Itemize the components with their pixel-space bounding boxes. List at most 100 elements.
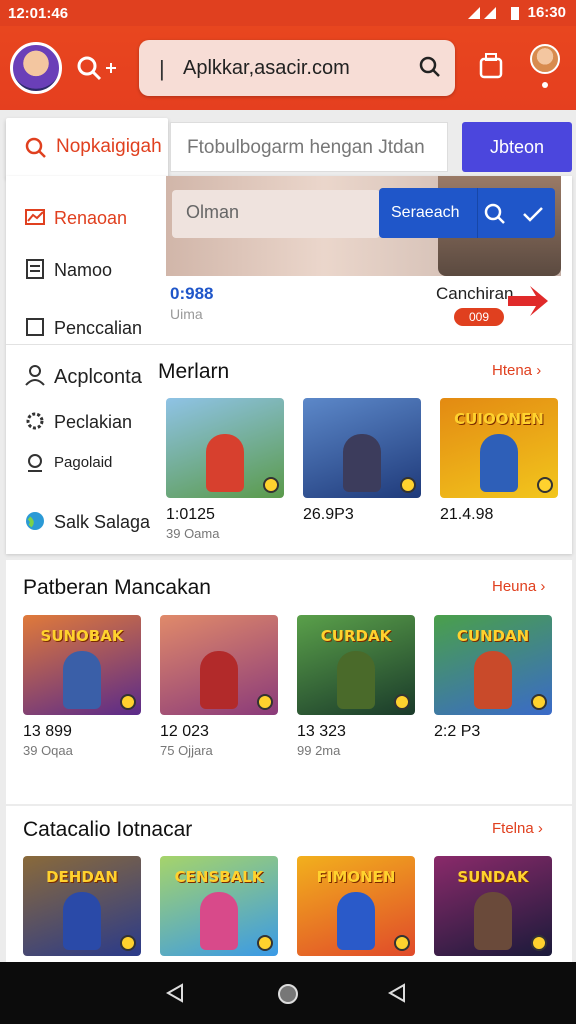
badge-icon: [120, 694, 136, 710]
game-card[interactable]: SUNOBAK 13 899 39 Oqaa: [23, 615, 141, 758]
menu-label: Pagolaid: [54, 454, 113, 471]
game-title: CENSBALK: [174, 868, 264, 886]
box-icon: [26, 318, 44, 336]
game-thumbnail[interactable]: SUNDAK: [434, 856, 552, 956]
search-add-icon[interactable]: [76, 54, 122, 88]
game-thumbnail[interactable]: CENSBALK: [160, 856, 278, 956]
menu-dot-icon[interactable]: [542, 82, 548, 88]
section-title: Catacalio Iotnacar: [23, 818, 193, 841]
navigation-bar: [0, 962, 576, 1024]
badge-icon: [263, 477, 279, 493]
game-substat: 39 Oqaa: [23, 743, 73, 758]
character-art: [200, 651, 238, 709]
character-art: [63, 651, 101, 709]
profile-icon[interactable]: [530, 44, 560, 74]
gear-icon: [26, 412, 44, 430]
menu-label: Renaoan: [54, 208, 128, 228]
game-stat: 1:0125: [166, 506, 215, 523]
game-card[interactable]: SUNDAK: [434, 856, 552, 956]
game-stat: 12 023: [160, 723, 209, 740]
character-art: [474, 892, 512, 950]
game-card[interactable]: 26.9P3: [303, 398, 421, 541]
game-card[interactable]: CUIOONEN 21.4.98: [440, 398, 558, 541]
game-card[interactable]: CENSBALK: [160, 856, 278, 956]
person-icon: [25, 365, 45, 386]
game-grid: DEHDAN CENSBALK FIMONEN SUNDAK: [23, 856, 571, 956]
game-thumbnail[interactable]: [160, 615, 278, 715]
badge-icon: [394, 935, 410, 951]
game-thumbnail[interactable]: CUIOONEN: [440, 398, 558, 498]
game-thumbnail[interactable]: CUNDAN: [434, 615, 552, 715]
see-more-link[interactable]: Ftelna ›: [492, 820, 543, 837]
character-art: [200, 892, 238, 950]
document-icon: [26, 259, 44, 279]
signal-icon: [467, 6, 496, 19]
game-card[interactable]: CURDAK 13 323 99 2ma: [297, 615, 415, 758]
character-art: [474, 651, 512, 709]
game-stat: 21.4.98: [440, 506, 494, 523]
search-button[interactable]: Seraeach: [379, 188, 555, 238]
badge-icon: [400, 477, 416, 493]
game-card[interactable]: CUNDAN 2:2 P3: [434, 615, 552, 758]
character-art: [480, 434, 518, 492]
query-input[interactable]: Ftobulbogarm hengan Jtdan: [170, 122, 448, 172]
character-art: [337, 651, 375, 709]
search-icon[interactable]: [483, 202, 507, 226]
menu-label: Acplconta: [54, 366, 142, 388]
character-art: [63, 892, 101, 950]
search-icon[interactable]: [417, 54, 443, 80]
get-button[interactable]: Jbteon: [462, 122, 572, 172]
address-bar[interactable]: | Aplkkar,asacir.com: [139, 40, 455, 96]
avatar[interactable]: [10, 42, 62, 94]
tabs-icon[interactable]: [478, 52, 504, 80]
badge-icon: [257, 935, 273, 951]
game-grid: SUNOBAK 13 899 39 Oqaa 12 023 75 Ojjara CURDA…: [23, 615, 571, 758]
game-grid: 1:0125 39 Oama 26.9P3 CUIOONEN 21.4.98: [166, 398, 576, 541]
feature-card: Olman Seraeach 0:988 Uima Canchiran 009 …: [6, 176, 572, 554]
recent-apps-icon[interactable]: [386, 982, 408, 1009]
tab-active[interactable]: Nopkaigigah: [6, 118, 168, 178]
character-art: [343, 434, 381, 492]
status-time: 12:01:46: [8, 5, 69, 22]
game-stat: 26.9P3: [303, 506, 354, 523]
home-icon[interactable]: [276, 982, 300, 1011]
menu-item-0[interactable]: Renaoan: [6, 198, 236, 238]
see-more-link[interactable]: Heuna ›: [492, 578, 545, 595]
game-title: CURDAK: [320, 627, 392, 645]
game-thumbnail[interactable]: [166, 398, 284, 498]
game-card[interactable]: 12 023 75 Ojjara: [160, 615, 278, 758]
badge-icon: [394, 694, 410, 710]
game-thumbnail[interactable]: DEHDAN: [23, 856, 141, 956]
search-row: Nopkaigigah Ftobulbogarm hengan Jtdan Jb…: [0, 118, 576, 178]
badge-icon: [120, 935, 136, 951]
badge-icon: [531, 935, 547, 951]
text-cursor: |: [159, 56, 165, 81]
badge-icon: [531, 694, 547, 710]
see-more-link[interactable]: Htena ›: [492, 362, 541, 379]
badge-icon: [257, 694, 273, 710]
search-icon: [25, 137, 46, 158]
arrow-right-icon[interactable]: [506, 284, 550, 318]
back-icon[interactable]: [164, 982, 186, 1009]
menu-item-1[interactable]: Namoo: [6, 250, 236, 290]
games-section: Patberan Mancakan Heuna › SUNOBAK 13 899 3…: [6, 560, 572, 804]
game-stat: 2:2 P3: [434, 723, 481, 740]
game-substat: 75 Ojjara: [160, 743, 213, 758]
game-thumbnail[interactable]: FIMONEN: [297, 856, 415, 956]
game-card[interactable]: FIMONEN: [297, 856, 415, 956]
game-card[interactable]: 1:0125 39 Oama: [166, 398, 284, 541]
tab-label: Nopkaigigah: [56, 136, 162, 157]
game-stat: 13 323: [297, 723, 346, 740]
game-thumbnail[interactable]: CURDAK: [297, 615, 415, 715]
game-substat: 99 2ma: [297, 743, 341, 758]
battery-icon: [510, 6, 519, 20]
game-thumbnail[interactable]: [303, 398, 421, 498]
game-substat: 39 Oama: [166, 526, 220, 541]
promo-title[interactable]: Canchiran: [436, 284, 514, 304]
menu-item-2[interactable]: Penccalian: [6, 308, 236, 348]
game-title: DEHDAN: [46, 868, 118, 886]
globe-icon: [26, 512, 44, 530]
game-thumbnail[interactable]: SUNOBAK: [23, 615, 141, 715]
checkmark-icon[interactable]: [521, 202, 545, 226]
game-card[interactable]: DEHDAN: [23, 856, 141, 956]
